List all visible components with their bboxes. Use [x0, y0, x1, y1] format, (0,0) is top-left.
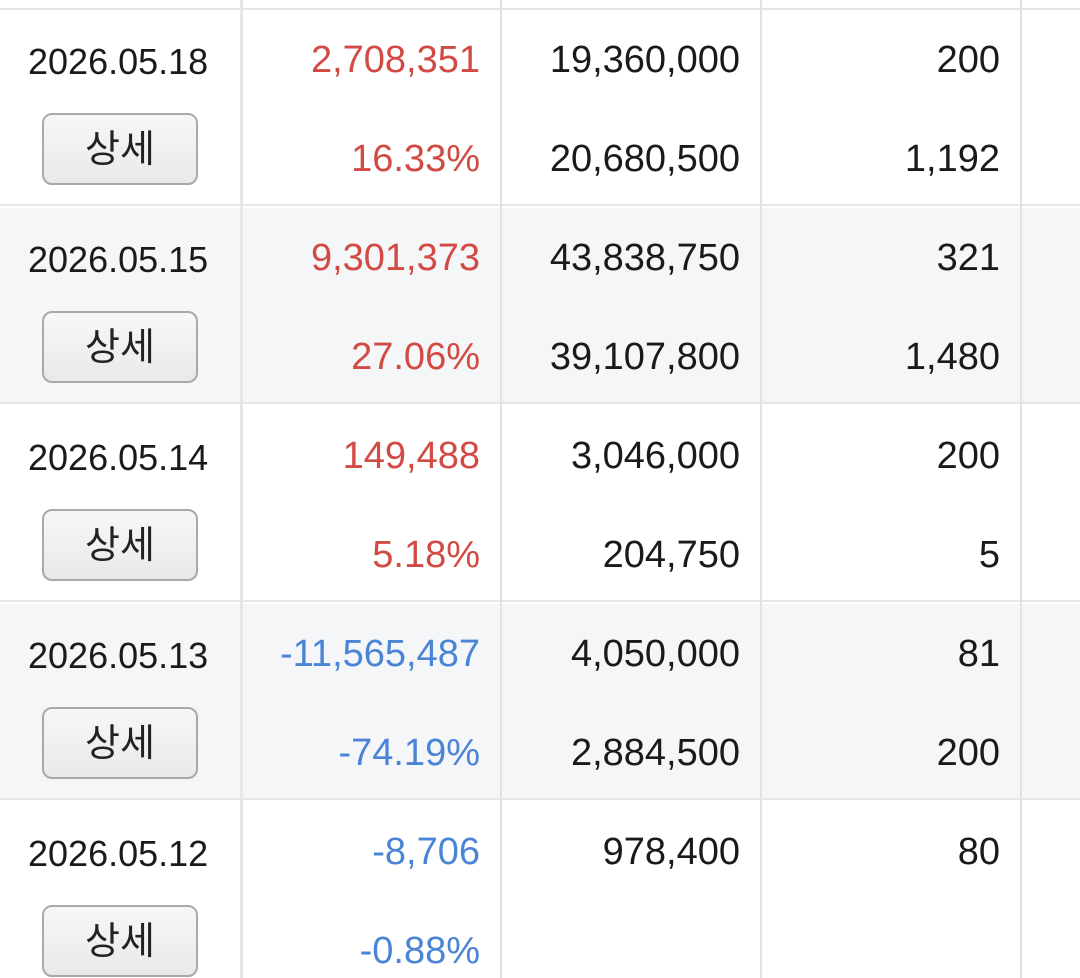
detail-button[interactable]: 상세 [42, 113, 198, 185]
quantity-top: 200 [936, 435, 1000, 477]
quantity-top: 200 [936, 39, 1000, 81]
quantity-bottom: 1,480 [904, 336, 1000, 378]
trade-date: 2026.05.14 [28, 437, 209, 478]
column-divider [240, 0, 243, 978]
profit-amount: 2,708,351 [310, 39, 480, 81]
profit-rate: 16.33% [351, 138, 480, 180]
amount-bottom: 39,107,800 [549, 336, 740, 378]
detail-button[interactable]: 상세 [42, 311, 198, 383]
amount-top: 4,050,000 [570, 633, 740, 675]
profit-rate: -0.88% [359, 930, 480, 972]
trade-history-table: 2026.05.18 상세 2,708,351 16.33% 19,360,00… [0, 0, 1080, 978]
quantity-top: 80 [957, 831, 1000, 873]
profit-amount: 149,488 [342, 435, 480, 477]
column-divider [500, 0, 502, 978]
column-divider [1020, 0, 1022, 978]
trade-date: 2026.05.12 [28, 833, 209, 874]
amount-bottom: 20,680,500 [549, 138, 740, 180]
detail-button[interactable]: 상세 [42, 905, 198, 977]
amount-bottom: 2,884,500 [570, 732, 740, 774]
amount-top: 19,360,000 [549, 39, 740, 81]
profit-rate: 5.18% [372, 534, 480, 576]
trade-date: 2026.05.18 [28, 41, 209, 82]
amount-top: 978,400 [602, 831, 740, 873]
table-row: 2026.05.12 상세 -8,706 -0.88% 978,400 80 [0, 802, 1080, 978]
quantity-bottom: 200 [936, 732, 1000, 774]
amount-bottom: 204,750 [602, 534, 740, 576]
profit-amount: -11,565,487 [279, 633, 480, 675]
column-divider [760, 0, 762, 978]
profit-rate: -74.19% [338, 732, 480, 774]
table-row: 2026.05.15 상세 9,301,373 27.06% 43,838,75… [0, 208, 1080, 404]
trade-date: 2026.05.15 [28, 239, 209, 280]
profit-rate: 27.06% [351, 336, 480, 378]
profit-amount: -8,706 [372, 831, 480, 873]
quantity-top: 81 [957, 633, 1000, 675]
detail-button[interactable]: 상세 [42, 707, 198, 779]
quantity-top: 321 [936, 237, 1000, 279]
table-row: 2026.05.13 상세 -11,565,487 -74.19% 4,050,… [0, 604, 1080, 800]
profit-amount: 9,301,373 [310, 237, 480, 279]
detail-button[interactable]: 상세 [42, 509, 198, 581]
amount-top: 3,046,000 [570, 435, 740, 477]
quantity-bottom: 1,192 [904, 138, 1000, 180]
quantity-bottom: 5 [978, 534, 1000, 576]
table-row: 2026.05.18 상세 2,708,351 16.33% 19,360,00… [0, 10, 1080, 206]
amount-top: 43,838,750 [549, 237, 740, 279]
table-row: 2026.05.14 상세 149,488 5.18% 3,046,000 20… [0, 406, 1080, 602]
trade-date: 2026.05.13 [28, 635, 209, 676]
